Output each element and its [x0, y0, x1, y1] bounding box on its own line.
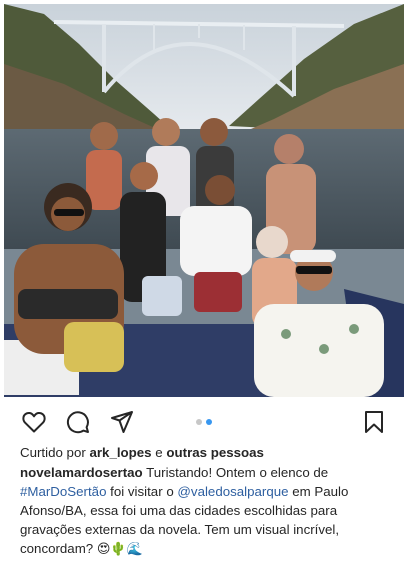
bookmark-icon	[365, 411, 383, 433]
share-button[interactable]	[108, 408, 136, 436]
share-icon	[111, 411, 133, 433]
caption-text-1: Turistando! Ontem o elenco de	[142, 465, 329, 480]
carousel-dot-active	[206, 419, 212, 425]
post-action-bar	[0, 404, 408, 440]
heart-icon	[22, 411, 46, 433]
post-caption: novelamardosertao Turistando! Ontem o el…	[20, 463, 395, 559]
caption-emojis: 😍🌵🌊	[96, 542, 143, 557]
post-photo[interactable]	[4, 4, 404, 397]
hashtag-link[interactable]: #MarDoSertão	[20, 484, 106, 499]
liked-others-link[interactable]: outras pessoas	[166, 445, 264, 460]
comment-button[interactable]	[64, 408, 92, 436]
caption-text-2: foi visitar o	[106, 484, 178, 499]
save-button[interactable]	[360, 408, 388, 436]
carousel-dot	[196, 419, 202, 425]
carousel-indicator	[196, 419, 212, 425]
like-button[interactable]	[20, 408, 48, 436]
liked-prefix: Curtido por	[20, 445, 86, 460]
mention-link[interactable]: @valedosalparque	[177, 484, 288, 499]
liked-conj: e	[155, 445, 163, 460]
liked-by-user-link[interactable]: ark_lopes	[89, 445, 151, 460]
author-username-link[interactable]: novelamardosertao	[20, 465, 143, 480]
liked-by-line: Curtido por ark_lopes e outras pessoas	[20, 443, 395, 462]
group-photo-illustration	[4, 4, 404, 397]
comment-icon	[66, 411, 89, 434]
